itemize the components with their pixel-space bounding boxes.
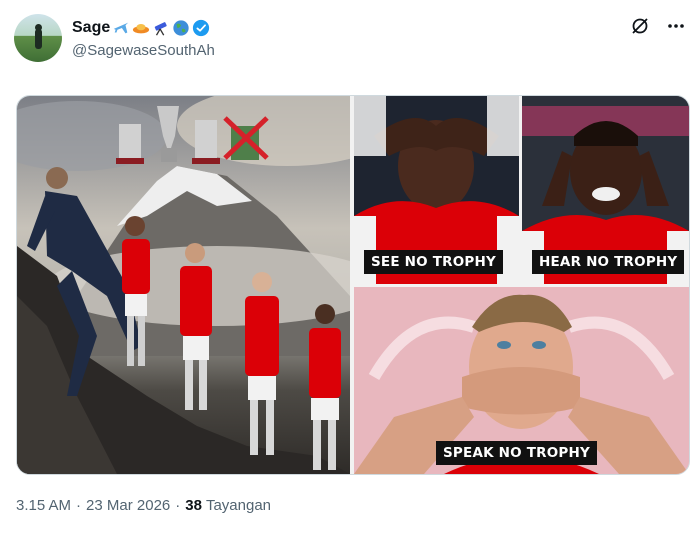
- caption-hear: HEAR NO TROPHY: [532, 250, 685, 274]
- caption-see: SEE NO TROPHY: [364, 250, 503, 274]
- verified-badge-icon: [193, 19, 210, 37]
- telescope-icon: [154, 22, 167, 36]
- tweet-date[interactable]: 23 Mar 2026: [86, 497, 170, 514]
- tweet-media[interactable]: SEE NO TROPHY HEAR NO TROPHY SPEAK NO TR…: [16, 95, 690, 475]
- caption-speak: SPEAK NO TROPHY: [436, 441, 597, 465]
- mountain-scene-illustration: [17, 96, 397, 474]
- tweet-actions-top: [630, 16, 686, 36]
- author-name-row[interactable]: Sage: [72, 17, 210, 39]
- media-image-speak-no-trophy[interactable]: SPEAK NO TROPHY: [354, 287, 689, 474]
- globe-icon: [173, 20, 189, 36]
- tweet-time[interactable]: 3.15 AM: [16, 497, 71, 514]
- media-image-see-no-trophy[interactable]: SEE NO TROPHY: [354, 96, 519, 284]
- media-image-hear-no-trophy[interactable]: HEAR NO TROPHY: [522, 96, 689, 284]
- views-label: Tayangan: [205, 497, 272, 514]
- tweet-metadata: 3.15 AM · 23 Mar 2026 · 38 Tayangan: [16, 497, 271, 514]
- ufo-icon: [133, 23, 150, 34]
- author-handle[interactable]: @SagewaseSouthAh: [72, 42, 215, 59]
- display-name[interactable]: Sage: [72, 19, 110, 37]
- views-count: 38: [185, 497, 202, 514]
- separator: ·: [175, 497, 181, 514]
- avatar[interactable]: [14, 14, 62, 62]
- separator: ·: [76, 497, 82, 514]
- media-image-mountain[interactable]: [17, 96, 397, 474]
- grok-icon[interactable]: [630, 16, 650, 36]
- more-icon[interactable]: [666, 16, 686, 36]
- airplane-icon: [114, 22, 129, 34]
